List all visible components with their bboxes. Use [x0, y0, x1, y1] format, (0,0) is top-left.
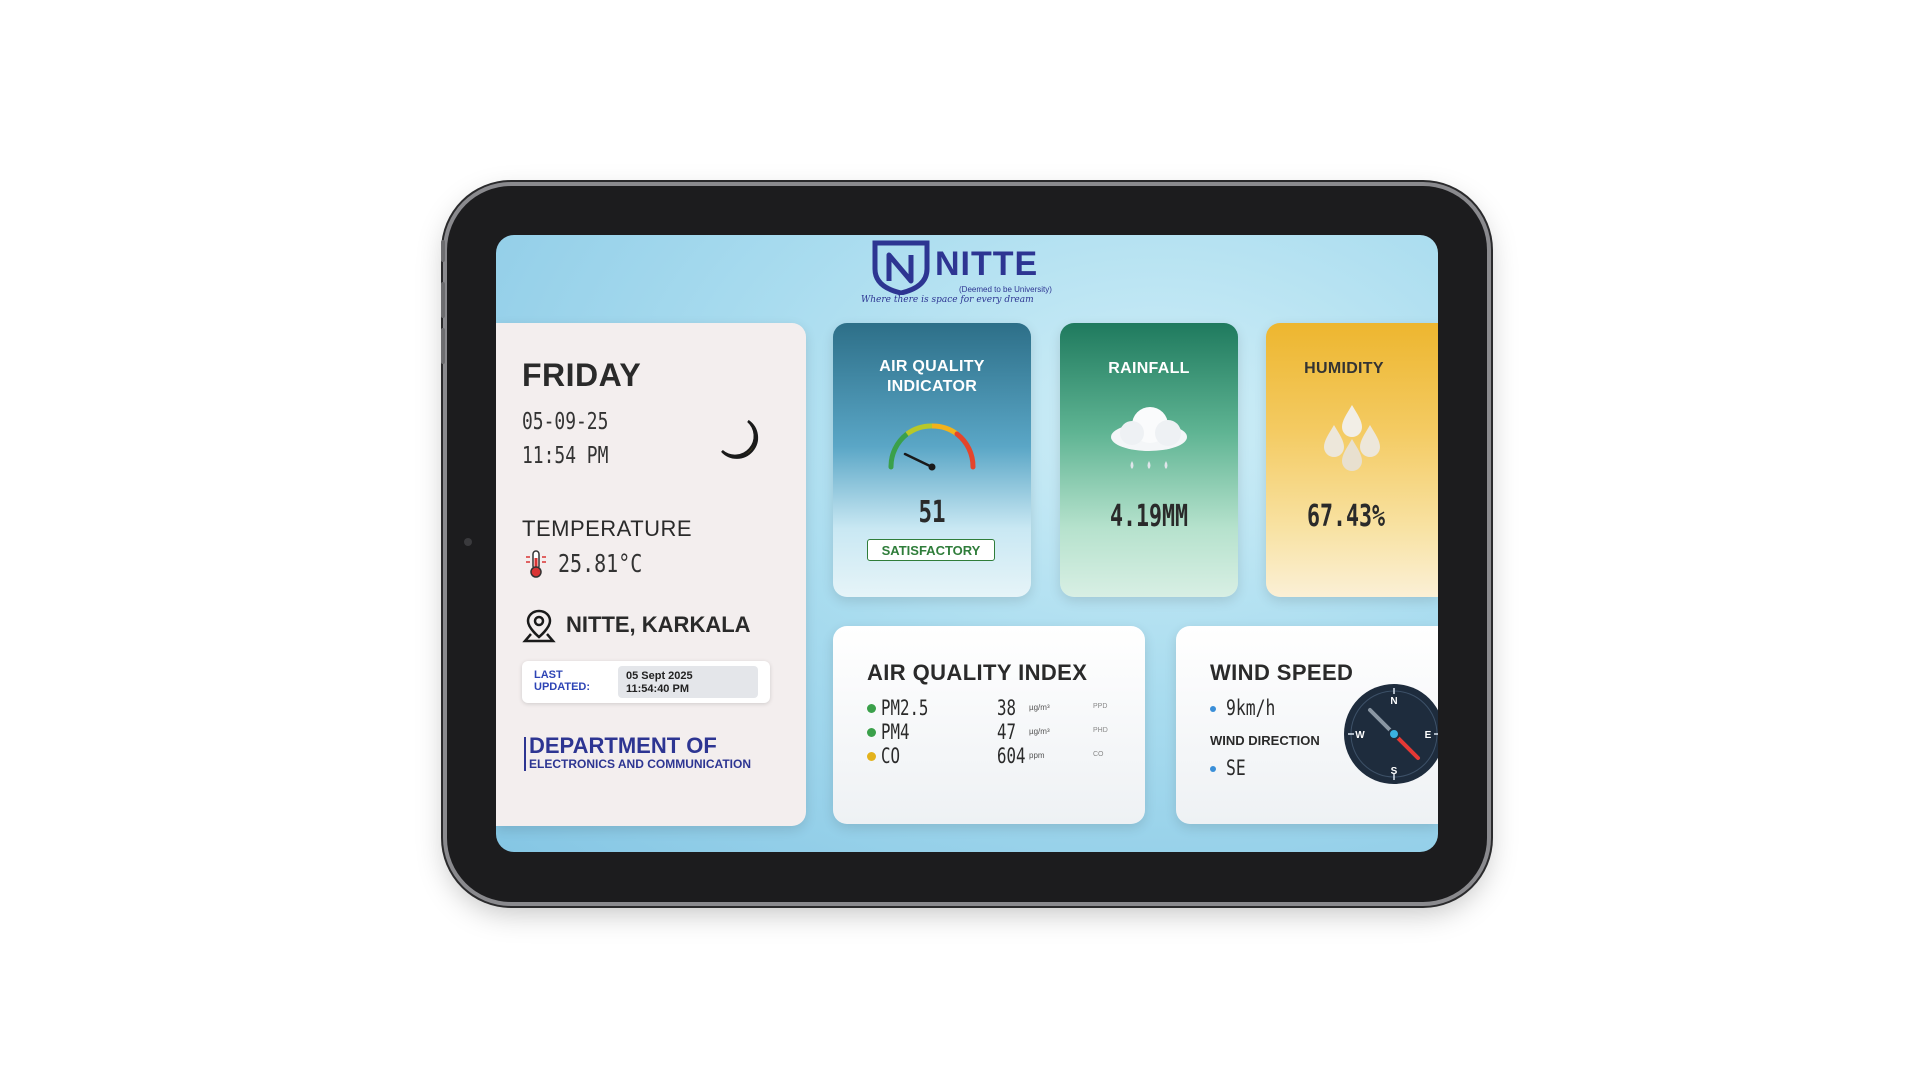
aqi-pollutant-unit: µg/m³ [1029, 727, 1050, 736]
air-quality-index-card: AIR QUALITY INDEX PM2.5 38 µg/m³ PPD PM4… [833, 626, 1145, 824]
datetime-card: FRIDAY 05-09-25 11:54 PM TEMPERATURE 25.… [496, 323, 806, 826]
location-pin-icon [522, 609, 556, 643]
front-camera [464, 538, 472, 546]
last-updated-date: 05 Sept 2025 [626, 670, 693, 682]
rainfall-card: RAINFALL 4.19MM [1060, 323, 1238, 597]
status-dot-icon [867, 728, 876, 737]
aqi-pollutant-value: 38 [997, 696, 1016, 720]
last-updated-box: LAST UPDATED: 05 Sept 2025 11:54:40 PM [522, 661, 770, 703]
rain-cloud-icon [1111, 407, 1187, 469]
logo-tagline: Where there is space for every dream [861, 295, 1034, 305]
compass-east-label: E [1425, 730, 1432, 741]
aqi-pollutant-value: 604 [997, 744, 1026, 768]
aqi-pollutant-value: 47 [997, 720, 1016, 744]
dashboard-screen: NITTE (Deemed to be University) Where th… [496, 235, 1438, 852]
nitte-shield-icon [872, 240, 930, 295]
aqi-pollutant-name: PM2.5 [881, 696, 929, 720]
compass-south-label: S [1391, 766, 1398, 777]
air-quality-indicator-title: AIR QUALITY INDICATOR [879, 358, 985, 395]
wind-speed-value: 9km/h [1226, 696, 1276, 720]
aqi-pollutant-unit: µg/m³ [1029, 703, 1050, 712]
aqi-pollutant-name: CO [881, 744, 900, 768]
aqi-row-co: CO 604 ppm CO [867, 744, 1127, 770]
air-quality-indicator-card: AIR QUALITY INDICATOR 51 SATISFACTORY [833, 323, 1031, 597]
aqi-row-pm25: PM2.5 38 µg/m³ PPD [867, 696, 1127, 722]
nitte-logo: NITTE (Deemed to be University) Where th… [861, 239, 1073, 305]
day-label: FRIDAY [522, 357, 642, 393]
last-updated-time: 11:54:40 PM [626, 683, 689, 695]
aqi-pollutant-code: PHD [1093, 727, 1108, 734]
wind-direction-value: SE [1226, 756, 1246, 780]
top-button [441, 240, 445, 262]
aqi-pollutant-code: CO [1093, 751, 1104, 758]
water-drops-icon [1324, 405, 1380, 471]
gauge-icon [888, 423, 976, 471]
compass-west-label: W [1355, 730, 1365, 741]
temperature-label: TEMPERATURE [522, 516, 693, 541]
bullet-icon [1210, 706, 1216, 712]
wind-direction-label: WIND DIRECTION [1210, 733, 1320, 748]
status-dot-icon [867, 752, 876, 761]
department-subtitle: ELECTRONICS AND COMMUNICATION [529, 757, 751, 771]
air-quality-index-title: AIR QUALITY INDEX [867, 660, 1088, 685]
thermometer-icon [526, 550, 546, 578]
department-divider [524, 737, 526, 771]
aqi-pollutant-name: PM4 [881, 720, 910, 744]
aqi-pollutant-code: PPD [1093, 703, 1108, 710]
wind-speed-title: WIND SPEED [1210, 660, 1354, 685]
humidity-title: HUMIDITY [1304, 360, 1384, 377]
aqi-pollutant-unit: ppm [1029, 751, 1045, 760]
department-title: DEPARTMENT OF [529, 733, 717, 758]
logo-subtitle: (Deemed to be University) [959, 285, 1052, 294]
logo-wordmark: NITTE [935, 245, 1039, 283]
bullet-icon [1210, 766, 1216, 772]
compass-icon: N E S W [1344, 684, 1438, 784]
compass-north-label: N [1390, 696, 1397, 707]
status-dot-icon [867, 704, 876, 713]
rainfall-value: 4.19MM [1109, 499, 1189, 534]
volume-down-button [441, 328, 445, 364]
volume-up-button [441, 282, 445, 318]
air-quality-indicator-value: 51 [918, 495, 946, 530]
location-label: NITTE, KARKALA [566, 612, 751, 637]
humidity-card: HUMIDITY 67.43% [1266, 323, 1438, 597]
humidity-value: 67.43% [1306, 499, 1386, 534]
aqi-row-pm4: PM4 47 µg/m³ PHD [867, 720, 1127, 746]
crescent-moon-icon [721, 419, 759, 459]
rainfall-title: RAINFALL [1108, 360, 1190, 377]
date-value: 05-09-25 [522, 409, 609, 435]
wind-card: WIND SPEED 9km/h WIND DIRECTION SE N E S… [1176, 626, 1438, 824]
last-updated-label: LAST UPDATED: [534, 669, 591, 693]
air-quality-status-badge: SATISFACTORY [867, 539, 995, 561]
last-updated-value-box: 05 Sept 2025 11:54:40 PM [618, 666, 758, 698]
temperature-value: 25.81°C [558, 549, 643, 578]
time-value: 11:54 PM [522, 443, 609, 469]
tablet-frame: NITTE (Deemed to be University) Where th… [441, 186, 1487, 902]
